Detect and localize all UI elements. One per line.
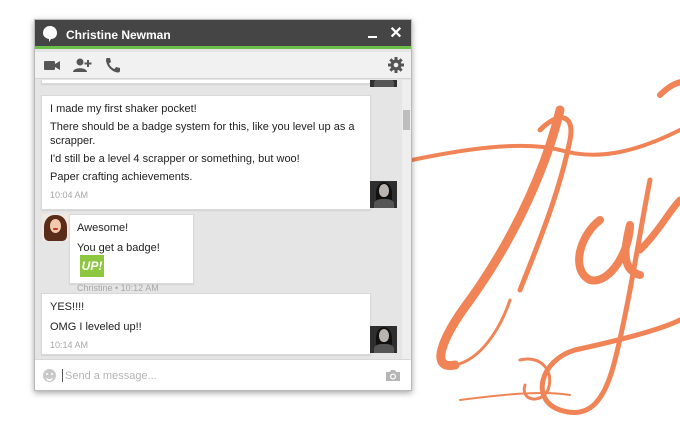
message-text: I'd still be a level 4 scrapper or somet… [50, 153, 300, 165]
settings-gear-icon[interactable] [386, 56, 406, 74]
avatar [370, 80, 397, 87]
message-card-contact: Awesome! You get a badge!UP! Christine •… [69, 214, 194, 293]
chat-toolbar [35, 52, 411, 79]
scrollbar-thumb[interactable] [403, 110, 410, 130]
message-scrollbar[interactable] [402, 80, 411, 359]
message-timestamp: Christine • 10:12 AM [77, 283, 159, 293]
message-text: There should be a badge system for this,… [50, 121, 355, 147]
message-text: Awesome! [77, 222, 129, 234]
page: Christine Newman ✕ I made my first shake… [0, 0, 680, 441]
avatar [370, 181, 397, 208]
message-text: YES!!!! [50, 301, 85, 313]
message-card-self: YES!!!! OMG I leveled up!! 10:14 AM [41, 293, 371, 355]
message-text: OMG I leveled up!! [50, 321, 142, 333]
minimize-button[interactable] [365, 25, 381, 43]
avatar [370, 326, 397, 353]
chat-titlebar[interactable]: Christine Newman ✕ [35, 20, 411, 49]
message-text: Paper crafting achievements. [50, 171, 193, 183]
phone-icon[interactable] [103, 56, 123, 74]
level-up-badge: UP! [80, 255, 104, 277]
add-person-icon[interactable] [72, 56, 92, 74]
close-button[interactable]: ✕ [388, 25, 404, 43]
message-card-previous [41, 80, 371, 84]
message-composer [35, 359, 411, 390]
message-list[interactable]: I made my first shaker pocket! There sho… [35, 80, 411, 359]
avatar [42, 214, 69, 241]
contact-name: Christine Newman [66, 28, 171, 42]
video-call-icon[interactable] [42, 56, 62, 74]
camera-icon[interactable] [385, 369, 401, 382]
emoji-icon[interactable] [43, 369, 56, 382]
message-timestamp: 10:04 AM [50, 190, 89, 200]
message-text: You get a badge!UP! [77, 241, 186, 277]
chat-window: Christine Newman ✕ I made my first shake… [34, 19, 412, 391]
message-text: You get a badge! [77, 242, 160, 254]
chat-bubble-icon [43, 26, 57, 42]
text-caret [62, 369, 63, 382]
message-card-self: I made my first shaker pocket! There sho… [41, 95, 371, 210]
message-text: I made my first shaker pocket! [50, 103, 197, 115]
message-input[interactable] [65, 367, 365, 384]
message-timestamp: 10:14 AM [50, 340, 89, 350]
